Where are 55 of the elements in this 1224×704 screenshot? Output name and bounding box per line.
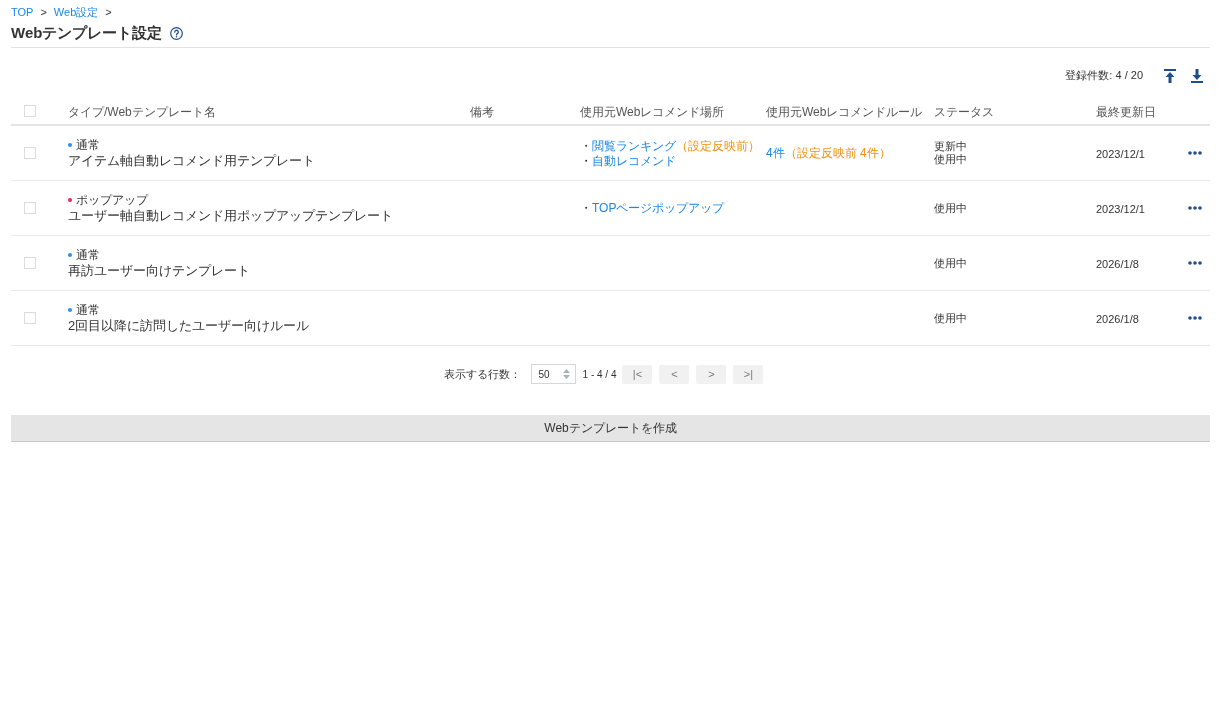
checkbox[interactable]	[24, 257, 36, 269]
updated-date: 2023/12/1	[1096, 203, 1145, 215]
updated-date: 2023/12/1	[1096, 148, 1145, 160]
column-header: 最終更新日	[1096, 105, 1156, 119]
type-label: 通常	[76, 137, 100, 152]
column-header: ステータス	[934, 105, 994, 119]
column-header: 使用元Webレコメンドルール	[766, 105, 923, 119]
column-header: タイプ/Webテンプレート名	[68, 105, 216, 119]
breadcrumb-link[interactable]: Web設定	[53, 6, 99, 19]
more-icon[interactable]	[1188, 316, 1202, 320]
status-text: 使用中	[934, 311, 967, 325]
rows-per-page-select[interactable]: 50	[530, 364, 576, 384]
column-header: 使用元Webレコメンド場所	[580, 105, 725, 119]
checkbox[interactable]	[24, 312, 36, 324]
more-icon[interactable]	[1188, 151, 1202, 155]
updated-date: 2026/1/8	[1096, 313, 1139, 325]
list-bullet: ・	[580, 153, 592, 168]
pending-note: （設定反映前 4件）	[784, 146, 891, 160]
checkbox[interactable]	[24, 105, 36, 117]
record-count: 登録件数: 4 / 20	[1065, 68, 1143, 84]
list-bullet: ・	[580, 201, 592, 215]
template-name: 2回目以降に訪問したユーザー向けルール	[68, 316, 310, 334]
status-text: 使用中	[934, 153, 967, 166]
updated-date: 2026/1/8	[1096, 258, 1139, 270]
place-link[interactable]: 閲覧ランキング	[592, 138, 676, 153]
rows-per-page-label: 表示する行数：	[443, 366, 521, 382]
arrow-up-to-bar-icon[interactable]	[1164, 68, 1176, 83]
rule-link[interactable]: 4件	[766, 146, 785, 160]
more-icon[interactable]	[1188, 261, 1202, 265]
list-bullet: ・	[580, 138, 592, 153]
type-label: ポップアップ	[76, 192, 148, 207]
status-text: 使用中	[934, 256, 967, 270]
template-name: ユーザー軸自動レコメンド用ポップアップテンプレート	[68, 206, 393, 224]
type-label: 通常	[76, 302, 100, 317]
page-title: Webテンプレート設定	[11, 24, 163, 42]
place-link[interactable]: 自動レコメンド	[592, 153, 676, 168]
create-template-button[interactable]: Webテンプレートを作成	[11, 415, 1210, 442]
template-name: 再訪ユーザー向けテンプレート	[68, 261, 250, 279]
breadcrumb-separator: >	[105, 6, 112, 19]
checkbox[interactable]	[24, 147, 36, 159]
breadcrumb-link[interactable]: TOP	[11, 6, 34, 19]
type-label: 通常	[76, 247, 100, 262]
column-header: 備考	[470, 105, 494, 119]
page-range: 1 - 4 / 4	[582, 367, 617, 382]
spinner-arrows-icon	[562, 369, 570, 379]
more-icon[interactable]	[1188, 206, 1202, 210]
status-text: 更新中	[934, 140, 967, 153]
template-name: アイテム軸自動レコメンド用テンプレート	[68, 151, 315, 169]
pending-note: （設定反映前）	[676, 138, 760, 153]
place-link[interactable]: TOPページポップアップ	[592, 201, 725, 215]
checkbox[interactable]	[24, 202, 36, 214]
help-icon[interactable]	[170, 26, 184, 40]
status-text: 使用中	[934, 201, 967, 215]
arrow-down-to-bar-icon[interactable]	[1191, 68, 1203, 83]
breadcrumb-separator: >	[40, 6, 47, 19]
